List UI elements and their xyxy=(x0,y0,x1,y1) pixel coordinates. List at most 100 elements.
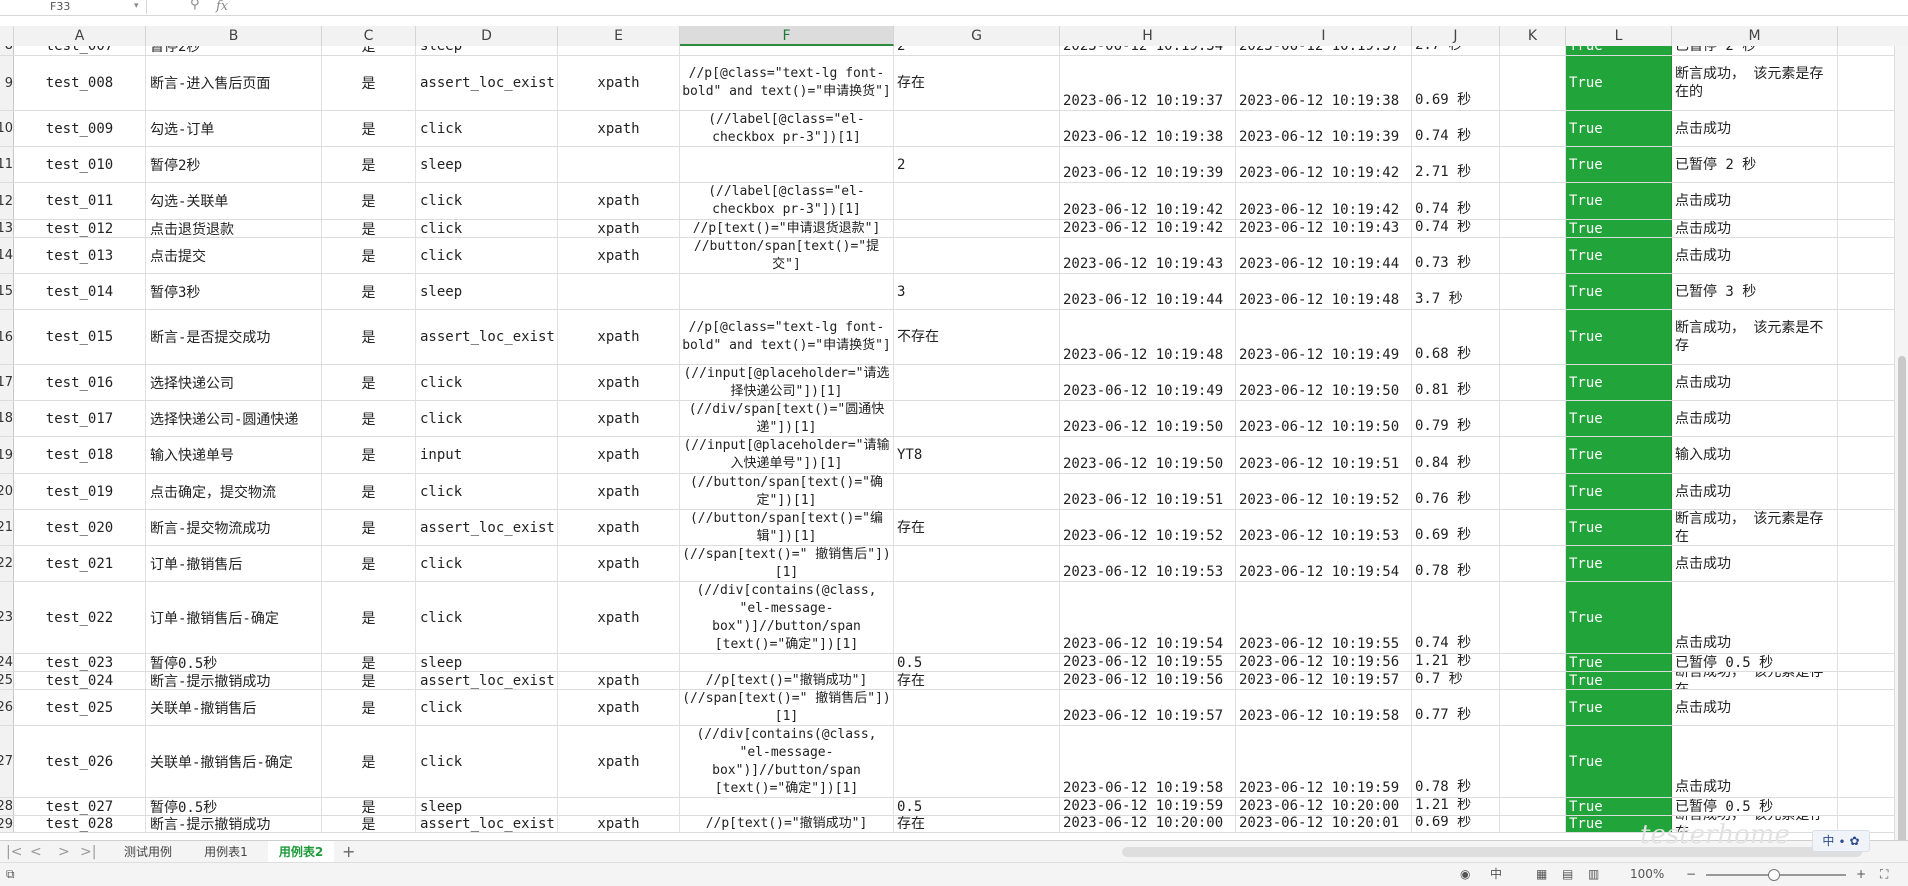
result-message-cell[interactable]: 已暂停 0.5 秒 xyxy=(1672,654,1838,671)
zoom-out-button[interactable]: − xyxy=(1686,863,1696,886)
step-name-cell[interactable]: 断言-提示撤销成功 xyxy=(146,816,322,832)
row-number[interactable]: 27 xyxy=(0,726,14,797)
eye-protection-icon[interactable]: ◉ xyxy=(1460,863,1470,886)
value-cell[interactable]: 2 xyxy=(894,147,1060,182)
case-id-cell[interactable]: test_022 xyxy=(14,582,146,653)
end-time-cell[interactable]: 2023-06-12 10:19:58 xyxy=(1236,690,1412,725)
result-message-cell[interactable]: 已暂停 2 秒 xyxy=(1672,147,1838,182)
locator-type-cell[interactable] xyxy=(558,654,680,671)
row-number[interactable]: 19 xyxy=(0,437,14,473)
row-number[interactable]: 17 xyxy=(0,365,14,400)
start-time-cell[interactable]: 2023-06-12 10:19:50 xyxy=(1060,437,1236,473)
run-flag-cell[interactable]: 是 xyxy=(322,220,416,237)
start-time-cell[interactable]: 2023-06-12 10:19:54 xyxy=(1060,582,1236,653)
row-number[interactable]: 21 xyxy=(0,510,14,545)
action-cell[interactable]: assert_loc_exist xyxy=(416,56,558,110)
first-sheet-button[interactable]: |< xyxy=(6,841,22,863)
sheet-tab-0[interactable]: 测试用例 xyxy=(112,841,184,863)
fit-window-icon[interactable]: ⛶ xyxy=(1880,863,1888,886)
end-time-cell[interactable]: 2023-06-12 10:19:53 xyxy=(1236,510,1412,545)
step-name-cell[interactable]: 断言-进入售后页面 xyxy=(146,56,322,110)
case-id-cell[interactable]: test_013 xyxy=(14,238,146,273)
action-cell[interactable]: click xyxy=(416,726,558,797)
locator-expression-cell[interactable]: (//div[contains(@class, "el-message-box"… xyxy=(680,582,894,653)
locator-expression-cell[interactable] xyxy=(680,798,894,815)
duration-cell[interactable]: 0.7 秒 xyxy=(1412,672,1500,689)
end-time-cell[interactable]: 2023-06-12 10:19:50 xyxy=(1236,401,1412,436)
duration-cell[interactable]: 2.7 秒 xyxy=(1412,46,1500,55)
duration-cell[interactable]: 0.73 秒 xyxy=(1412,238,1500,273)
step-name-cell[interactable]: 点击确定，提交物流 xyxy=(146,474,322,509)
case-id-cell[interactable]: test_024 xyxy=(14,672,146,689)
column-header-e[interactable]: E xyxy=(558,26,680,46)
pass-flag-cell[interactable]: True xyxy=(1566,365,1672,400)
empty-cell[interactable] xyxy=(1500,56,1566,110)
duration-cell[interactable]: 3.7 秒 xyxy=(1412,274,1500,309)
spreadsheet-grid[interactable]: 8test_007暂停2秒是sleep22023-06-12 10:19:342… xyxy=(0,46,1908,840)
empty-cell[interactable] xyxy=(1500,690,1566,725)
column-header-b[interactable]: B xyxy=(146,26,322,46)
result-message-cell[interactable]: 输入成功 xyxy=(1672,437,1838,473)
value-cell[interactable]: 3 xyxy=(894,274,1060,309)
action-cell[interactable]: sleep xyxy=(416,798,558,815)
step-name-cell[interactable]: 点击退货退款 xyxy=(146,220,322,237)
vertical-scrollbar[interactable] xyxy=(1894,46,1908,846)
end-time-cell[interactable]: 2023-06-12 10:19:42 xyxy=(1236,183,1412,219)
step-name-cell[interactable]: 断言-提示撤销成功 xyxy=(146,672,322,689)
result-message-cell[interactable]: 点击成功 xyxy=(1672,365,1838,400)
result-message-cell[interactable]: 已暂停 2 秒 xyxy=(1672,46,1838,55)
pass-flag-cell[interactable]: True xyxy=(1566,56,1672,110)
locator-expression-cell[interactable]: //p[text()="撤销成功"] xyxy=(680,672,894,689)
row-number[interactable]: 8 xyxy=(0,46,14,55)
start-time-cell[interactable]: 2023-06-12 10:19:44 xyxy=(1060,274,1236,309)
locator-expression-cell[interactable]: //p[text()="撤销成功"] xyxy=(680,816,894,832)
duration-cell[interactable]: 0.79 秒 xyxy=(1412,401,1500,436)
locator-type-cell[interactable] xyxy=(558,798,680,815)
value-cell[interactable]: 存在 xyxy=(894,56,1060,110)
locator-expression-cell[interactable] xyxy=(680,274,894,309)
page-break-view-icon[interactable]: ▥ xyxy=(1588,863,1599,886)
start-time-cell[interactable]: 2023-06-12 10:19:57 xyxy=(1060,690,1236,725)
locator-type-cell[interactable]: xpath xyxy=(558,310,680,364)
run-flag-cell[interactable]: 是 xyxy=(322,726,416,797)
end-time-cell[interactable]: 2023-06-12 10:19:56 xyxy=(1236,654,1412,671)
case-id-cell[interactable]: test_016 xyxy=(14,365,146,400)
locator-expression-cell[interactable]: //button/span[text()="提交"] xyxy=(680,238,894,273)
empty-cell[interactable] xyxy=(1500,798,1566,815)
start-time-cell[interactable]: 2023-06-12 10:19:39 xyxy=(1060,147,1236,182)
step-name-cell[interactable]: 点击提交 xyxy=(146,238,322,273)
locator-type-cell[interactable]: xpath xyxy=(558,582,680,653)
result-message-cell[interactable]: 断言成功， 该元素是存在 xyxy=(1672,672,1838,689)
start-time-cell[interactable]: 2023-06-12 10:19:55 xyxy=(1060,654,1236,671)
locator-type-cell[interactable]: xpath xyxy=(558,111,680,146)
action-cell[interactable]: sleep xyxy=(416,654,558,671)
run-flag-cell[interactable]: 是 xyxy=(322,401,416,436)
zoom-level[interactable]: 100% xyxy=(1630,863,1664,886)
value-cell[interactable] xyxy=(894,582,1060,653)
value-cell[interactable] xyxy=(894,546,1060,581)
step-name-cell[interactable]: 勾选-订单 xyxy=(146,111,322,146)
start-time-cell[interactable]: 2023-06-12 10:19:51 xyxy=(1060,474,1236,509)
locator-type-cell[interactable]: xpath xyxy=(558,220,680,237)
end-time-cell[interactable]: 2023-06-12 10:19:57 xyxy=(1236,672,1412,689)
empty-cell[interactable] xyxy=(1500,365,1566,400)
locator-expression-cell[interactable] xyxy=(680,147,894,182)
case-id-cell[interactable]: test_011 xyxy=(14,183,146,219)
empty-cell[interactable] xyxy=(1500,510,1566,545)
empty-cell[interactable] xyxy=(1500,437,1566,473)
case-id-cell[interactable]: test_017 xyxy=(14,401,146,436)
value-cell[interactable]: 不存在 xyxy=(894,310,1060,364)
locator-type-cell[interactable]: xpath xyxy=(558,510,680,545)
value-cell[interactable]: YT8 xyxy=(894,437,1060,473)
pass-flag-cell[interactable]: True xyxy=(1566,401,1672,436)
locator-type-cell[interactable]: xpath xyxy=(558,474,680,509)
run-flag-cell[interactable]: 是 xyxy=(322,798,416,815)
value-cell[interactable]: 存在 xyxy=(894,510,1060,545)
locator-type-cell[interactable]: xpath xyxy=(558,183,680,219)
run-flag-cell[interactable]: 是 xyxy=(322,474,416,509)
action-cell[interactable]: assert_loc_exist xyxy=(416,672,558,689)
name-box[interactable]: F33 ▾ xyxy=(0,0,147,14)
locator-expression-cell[interactable]: (//input[@placeholder="请选择快递公司"])[1] xyxy=(680,365,894,400)
case-id-cell[interactable]: test_019 xyxy=(14,474,146,509)
start-time-cell[interactable]: 2023-06-12 10:19:48 xyxy=(1060,310,1236,364)
